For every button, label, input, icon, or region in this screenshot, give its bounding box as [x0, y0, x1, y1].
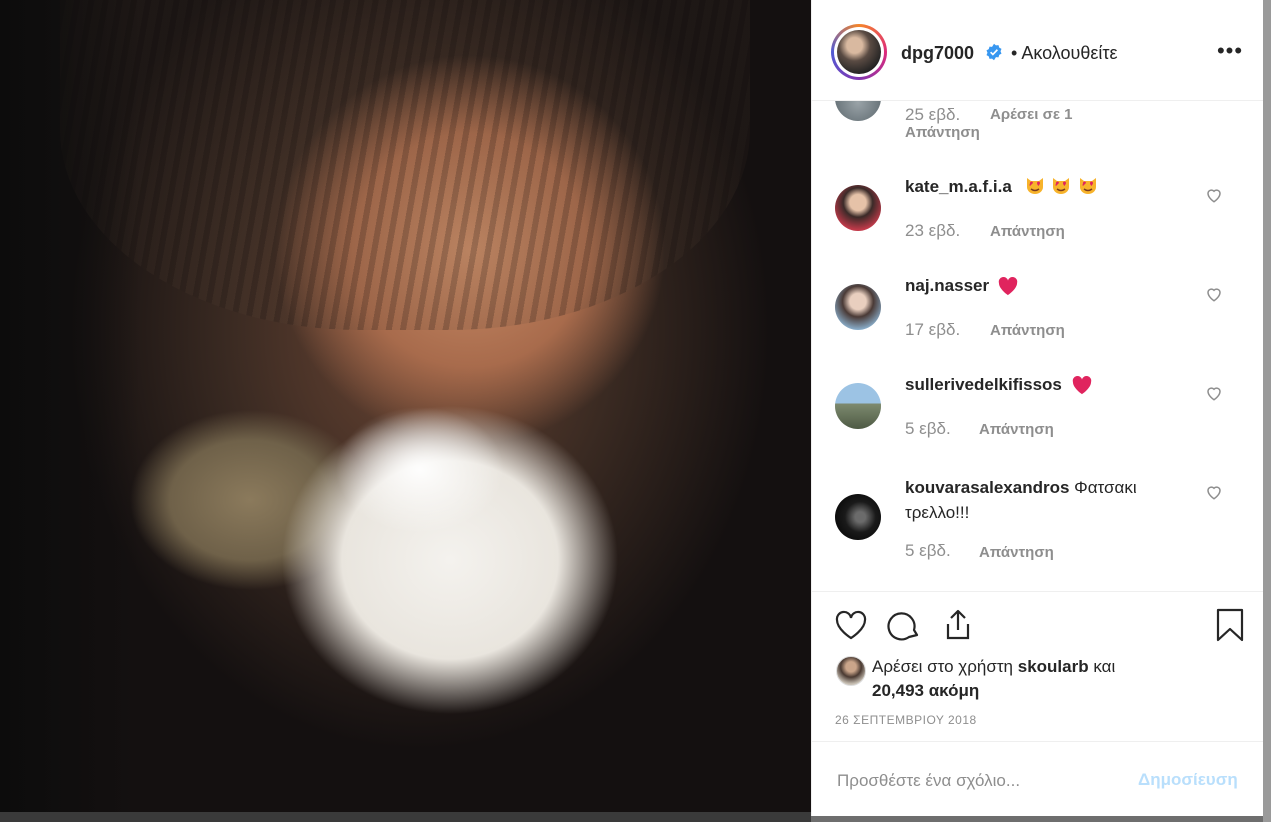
reply-button[interactable]: Απάντηση [990, 322, 1065, 339]
likes-summary: Αρέσει στο χρήστη skoularb και 20,493 ακ… [872, 655, 1212, 703]
comment-username[interactable]: sullerivedelkifissos [905, 375, 1062, 395]
comments-list[interactable]: 25 εβδ. Αρέσει σε 1 Απάντηση kate_m.a.f.… [812, 101, 1264, 591]
author-avatar[interactable] [831, 24, 887, 80]
overlay-gutter [1263, 0, 1271, 822]
comment-time: 5 εβδ. [905, 541, 951, 560]
save-icon[interactable] [1212, 607, 1248, 643]
comment-username[interactable]: naj.nasser [905, 276, 989, 296]
follow-status-label: Ακολουθείτε [1021, 43, 1118, 63]
photo-shadow [0, 0, 140, 822]
heart-outline-icon[interactable] [1205, 384, 1223, 402]
verified-badge-icon [986, 43, 1002, 61]
reply-button[interactable]: Απάντηση [979, 544, 1054, 561]
commenter-avatar[interactable] [835, 185, 881, 231]
heart-outline-icon[interactable] [1205, 483, 1223, 501]
comment-time: 23 εβδ. [905, 221, 961, 240]
post-side-panel: dpg7000 • Ακολουθείτε ••• 25 εβδ. Αρέσει… [811, 0, 1264, 816]
share-icon[interactable] [940, 607, 976, 643]
comment-emoji [1024, 174, 1099, 198]
heart-eyes-cat-emoji [1053, 178, 1070, 194]
heart-outline-icon[interactable] [1205, 186, 1223, 204]
comment-time: 17 εβδ. [905, 320, 961, 339]
reply-button[interactable]: Απάντηση [905, 124, 980, 141]
heart-outline-icon[interactable] [1205, 285, 1223, 303]
liker-username[interactable]: skoularb [1018, 657, 1089, 676]
comment-likes[interactable]: Αρέσει σε 1 [990, 106, 1073, 123]
reply-button[interactable]: Απάντηση [990, 223, 1065, 240]
commenter-avatar[interactable] [835, 383, 881, 429]
post-actions: Αρέσει στο χρήστη skoularb και 20,493 ακ… [812, 591, 1264, 741]
post-header: dpg7000 • Ακολουθείτε ••• [812, 0, 1264, 101]
heart-eyes-cat-emoji [1079, 178, 1096, 194]
post-comment-button[interactable]: Δημοσίευση [1138, 770, 1238, 790]
likes-count[interactable]: 20,493 ακόμη [872, 681, 979, 700]
separator-dot: • [1011, 43, 1018, 63]
background-strip [0, 812, 811, 822]
comment-username-text[interactable]: kouvarasalexandros [905, 478, 1069, 497]
comment-input[interactable] [835, 766, 1129, 796]
reply-button[interactable]: Απάντηση [979, 421, 1054, 438]
comment-username[interactable]: kate_m.a.f.i.a [905, 177, 1012, 197]
comment-time: 25 εβδ. [905, 105, 961, 124]
comment-time: 5 εβδ. [905, 419, 951, 438]
heart-eyes-cat-emoji [1027, 178, 1043, 194]
author-username[interactable]: dpg7000 [901, 43, 974, 64]
commenter-avatar[interactable] [835, 101, 881, 121]
photo-hair-texture [60, 0, 750, 330]
liker-avatar[interactable] [836, 656, 866, 686]
red-heart-emoji [1072, 375, 1092, 395]
add-comment-bar: Δημοσίευση [812, 741, 1264, 816]
like-icon[interactable] [833, 607, 869, 643]
commenter-avatar[interactable] [835, 284, 881, 330]
post-photo[interactable] [0, 0, 811, 822]
comment-icon[interactable] [887, 607, 923, 643]
red-heart-emoji [998, 276, 1018, 296]
comment-username[interactable]: kouvarasalexandros Φατσακι τρελλο!!! [905, 475, 1205, 525]
commenter-avatar[interactable] [835, 494, 881, 540]
likes-prefix: Αρέσει στο χρήστη [872, 657, 1014, 676]
likes-conjunction: και [1093, 657, 1116, 676]
more-options-icon[interactable]: ••• [1216, 40, 1244, 64]
follow-status[interactable]: • Ακολουθείτε [1011, 43, 1118, 64]
post-date[interactable]: 26 ΣΕΠΤΕΜΒΡΙΟΥ 2018 [835, 713, 977, 727]
